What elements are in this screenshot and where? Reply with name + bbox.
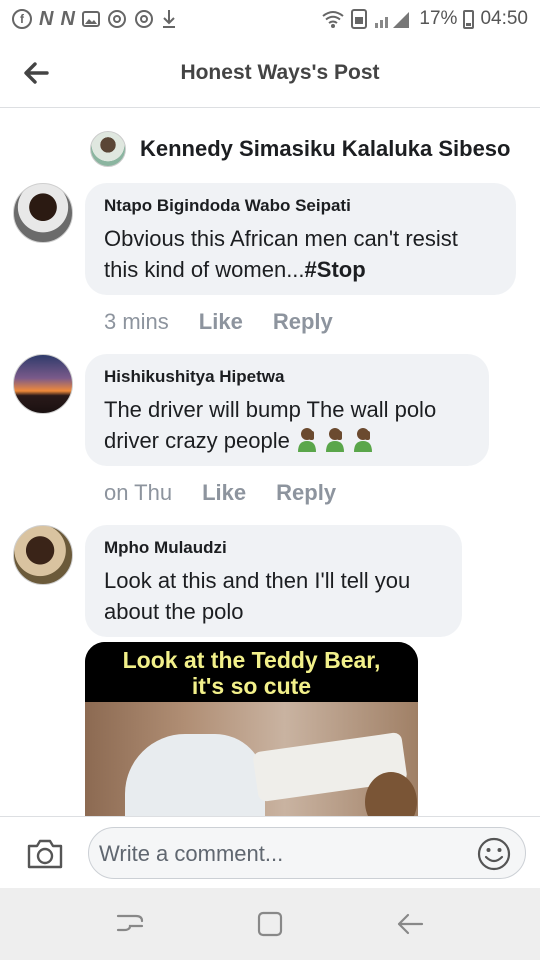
- comment-placeholder: Write a comment...: [99, 841, 284, 866]
- image-caption: Look at the Teddy Bear, it's so cute: [85, 642, 418, 702]
- comment-author[interactable]: Hishikushitya Hipetwa: [104, 367, 469, 387]
- comment-time: 3 mins: [104, 309, 169, 334]
- comment-composer: Write a comment...: [0, 816, 540, 888]
- system-nav-bar: [0, 888, 540, 960]
- page-title: Honest Ways's Post: [180, 60, 380, 84]
- reply-button[interactable]: Reply: [276, 480, 336, 506]
- comment-image[interactable]: Look at the Teddy Bear, it's so cute: [85, 642, 418, 816]
- reply-to-row[interactable]: Kennedy Simasiku Kalaluka Sibeso: [90, 131, 510, 167]
- comment-actions: on Thu Like Reply: [104, 480, 336, 506]
- facebook-icon: f: [12, 9, 32, 29]
- home-icon: [257, 911, 283, 937]
- status-icons: 17% 04:50: [321, 8, 528, 30]
- camera-button[interactable]: [25, 836, 65, 872]
- comment-bubble[interactable]: Hishikushitya Hipetwa The driver will bu…: [85, 354, 489, 466]
- sim-icon: [351, 9, 368, 29]
- comment-text: Obvious this African men can't resist th…: [104, 223, 496, 285]
- smiley-icon: [477, 837, 511, 871]
- n-icon: N: [39, 7, 54, 30]
- teddy-bear-shape: [365, 772, 417, 816]
- camera-icon: [27, 839, 63, 869]
- clock: 04:50: [480, 8, 528, 29]
- emoji-button[interactable]: [477, 837, 511, 871]
- comment-input[interactable]: Write a comment...: [88, 827, 526, 879]
- battery-icon: [463, 9, 475, 29]
- post-header: Honest Ways's Post: [0, 38, 540, 108]
- like-button[interactable]: Like: [202, 480, 246, 506]
- signal-icon: [373, 9, 413, 29]
- comment-text: Look at this and then I'll tell you abou…: [104, 568, 411, 624]
- back-nav-icon: [397, 913, 424, 935]
- n-icon: N: [60, 7, 75, 30]
- facepalm-emoji: [296, 426, 318, 452]
- battery-percent: 17%: [419, 8, 458, 29]
- reply-to-name[interactable]: Kennedy Simasiku Kalaluka Sibeso: [140, 136, 510, 162]
- image-caption-line: Look at the Teddy Bear,: [122, 647, 381, 673]
- facepalm-emoji: [324, 426, 346, 452]
- image-icon: [81, 11, 100, 27]
- circle-icon: [134, 9, 154, 29]
- comment-text-body: Obvious this African men can't resist th…: [104, 226, 458, 282]
- image-photo: [85, 702, 418, 816]
- comment-author[interactable]: Ntapo Bigindoda Wabo Seipati: [104, 196, 496, 216]
- status-bar: f N N 17% 04:50: [0, 0, 540, 38]
- home-button[interactable]: [246, 900, 294, 948]
- reply-button[interactable]: Reply: [273, 309, 333, 335]
- recent-apps-icon: [116, 914, 144, 932]
- download-icon: [161, 9, 177, 29]
- wifi-icon: [321, 9, 345, 29]
- comment-actions: 3 mins Like Reply: [104, 309, 333, 335]
- comment-author[interactable]: Mpho Mulaudzi: [104, 538, 442, 558]
- facepalm-emoji: [352, 426, 374, 452]
- comment-bubble[interactable]: Mpho Mulaudzi Look at this and then I'll…: [85, 525, 462, 637]
- comment-time: on Thu: [104, 480, 173, 505]
- circle-icon: [107, 9, 127, 29]
- recent-apps-button[interactable]: [106, 900, 154, 948]
- like-button[interactable]: Like: [199, 309, 243, 335]
- back-nav-button[interactable]: [386, 900, 434, 948]
- hashtag-link[interactable]: #Stop: [305, 257, 366, 282]
- comment-bubble[interactable]: Ntapo Bigindoda Wabo Seipati Obvious thi…: [85, 183, 516, 295]
- avatar[interactable]: [13, 183, 73, 243]
- comment-text: The driver will bump The wall polo drive…: [104, 394, 469, 456]
- avatar[interactable]: [13, 354, 73, 414]
- avatar[interactable]: [90, 131, 126, 167]
- comments-feed[interactable]: Kennedy Simasiku Kalaluka Sibeso Ntapo B…: [0, 109, 540, 816]
- back-arrow-icon: [24, 62, 49, 84]
- avatar[interactable]: [13, 525, 73, 585]
- image-caption-line: it's so cute: [191, 673, 312, 699]
- notification-icons: f N N: [12, 8, 177, 31]
- shirt-shape: [125, 734, 265, 816]
- back-button[interactable]: [18, 56, 54, 90]
- comment-text-body: The driver will bump The wall polo drive…: [104, 397, 437, 453]
